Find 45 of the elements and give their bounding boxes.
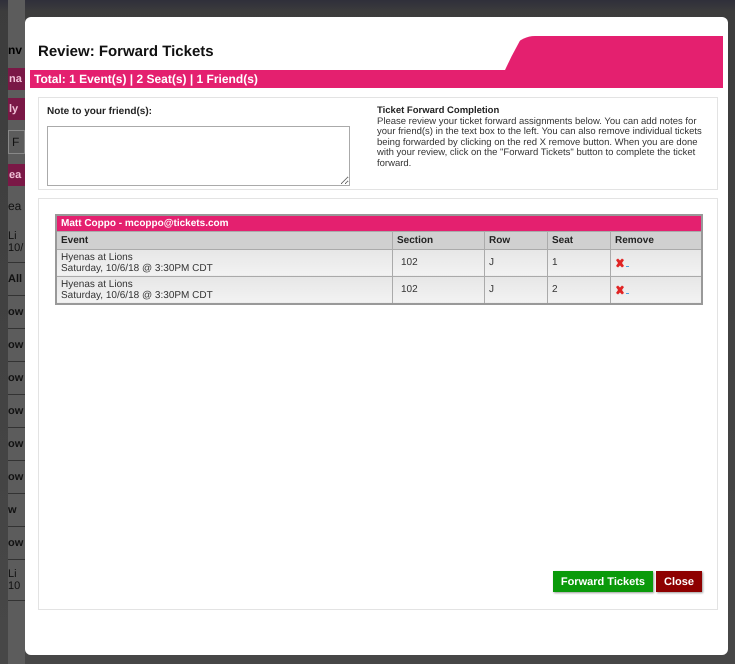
column-header: Row xyxy=(484,231,548,249)
page-text: ow xyxy=(8,405,24,417)
dialog-title: Review: Forward Tickets xyxy=(38,43,214,62)
page-bar: ly xyxy=(8,98,25,120)
table-cell: J xyxy=(484,276,548,304)
remove-icon[interactable] xyxy=(615,284,629,294)
page-text: ow xyxy=(8,471,24,483)
event-date: Saturday, 10/6/18 @ 3:30PM CDT xyxy=(61,262,214,274)
forward-button[interactable]: Forward Tickets xyxy=(552,571,654,592)
column-header: Section xyxy=(392,231,484,249)
remove-icon[interactable] xyxy=(615,258,629,268)
column-header: Seat xyxy=(548,231,610,249)
note-field[interactable] xyxy=(47,126,350,186)
page-text: ow xyxy=(8,537,24,549)
page-text: ea xyxy=(8,199,22,213)
table-cell: 102 xyxy=(392,276,484,304)
close-button[interactable]: Close xyxy=(656,571,702,592)
page-text: Li xyxy=(8,568,18,580)
event-name: Hyenas at Lions xyxy=(61,278,134,290)
table-cell: J xyxy=(484,249,548,276)
column-header: Event xyxy=(56,231,392,249)
page-text: ow xyxy=(8,372,24,384)
page-text: nv xyxy=(8,43,24,57)
page-text: ow xyxy=(8,438,24,450)
page-text: All xyxy=(8,273,24,285)
event-name: Hyenas at Lions xyxy=(61,252,134,262)
info-text: Please review your ticket forward assignments below. You can add notes for your friend(s) in the text box to the left. You can also remove individual tickets being forwarded by clicking on the red X remove button. When you are done with your review, click on the "Forward Tickets" button to complete the ticket forward. xyxy=(377,116,703,169)
page-text: Li xyxy=(8,230,18,242)
page-text: 10/ xyxy=(8,242,24,254)
page-field: F xyxy=(8,130,25,154)
note-label: Note to your friend(s): xyxy=(47,106,153,117)
event-date: Saturday, 10/6/18 @ 3:30PM CDT xyxy=(61,290,214,300)
page-text: ow xyxy=(8,339,24,351)
table-cell: 1 xyxy=(548,249,610,276)
summary-bar: Total: 1 Event(s) | 2 Seat(s) | 1 Friend(s) xyxy=(30,70,723,88)
page-text: ow xyxy=(8,306,24,318)
page-text: w xyxy=(8,504,18,516)
info-title: Ticket Forward Completion xyxy=(377,106,500,116)
table-cell: 2 xyxy=(548,276,610,304)
table-cell: 102 xyxy=(392,249,484,276)
column-header: Remove xyxy=(610,231,702,249)
page-bar: ea xyxy=(8,164,25,186)
friend-header: Matt Coppo - mcoppo@tickets.com xyxy=(56,215,702,231)
page-text: 10 xyxy=(8,580,22,592)
page-bar: na xyxy=(8,68,25,90)
